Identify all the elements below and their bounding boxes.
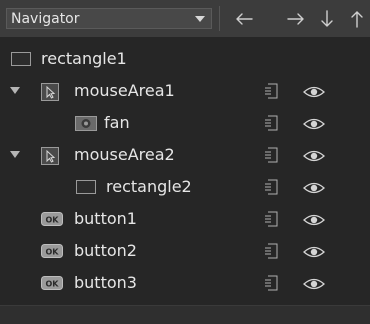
panel-bottom-edge xyxy=(0,305,370,324)
visibility-eye-icon[interactable] xyxy=(302,212,326,226)
expand-toggle-icon[interactable] xyxy=(10,151,20,158)
tree-item-rectangle1[interactable]: rectangle1 xyxy=(0,43,370,75)
view-select-dropdown[interactable]: Navigator xyxy=(6,8,212,29)
visibility-eye-icon[interactable] xyxy=(302,276,326,290)
arrow-down-icon xyxy=(321,10,333,27)
svg-text:OK: OK xyxy=(46,248,60,257)
tree-item-rectangle2[interactable]: rectangle2 xyxy=(0,171,370,203)
move-left-button[interactable] xyxy=(231,6,257,32)
dropdown-arrow-icon[interactable] xyxy=(195,16,205,22)
tree-item-label: mouseArea2 xyxy=(74,145,175,164)
move-down-button[interactable] xyxy=(314,6,340,32)
move-up-button[interactable] xyxy=(344,6,370,32)
visibility-eye-icon[interactable] xyxy=(302,84,326,98)
tree-item-label: rectangle1 xyxy=(41,49,127,68)
arrow-right-icon xyxy=(287,13,304,25)
navigator-toolbar: Navigator xyxy=(0,0,370,38)
tree-item-button2[interactable]: OK button2 xyxy=(0,235,370,267)
tree-item-button3[interactable]: OK button3 xyxy=(0,267,370,299)
expand-toggle-icon[interactable] xyxy=(10,87,20,94)
export-alias-icon[interactable] xyxy=(263,210,281,228)
rectangle-icon xyxy=(11,52,31,66)
tree-item-label: button3 xyxy=(74,273,137,292)
ok-button-icon: OK xyxy=(41,276,63,290)
image-icon xyxy=(75,116,97,131)
tree-item-label: mouseArea1 xyxy=(74,81,175,100)
rectangle-icon xyxy=(76,180,96,194)
arrow-left-icon xyxy=(236,13,253,25)
tree-item-label: fan xyxy=(104,113,130,132)
visibility-eye-icon[interactable] xyxy=(302,244,326,258)
tree-item-label: button2 xyxy=(74,241,137,260)
view-select-value: Navigator xyxy=(11,11,80,27)
tree-item-mousearea1[interactable]: mouseArea1 xyxy=(0,75,370,107)
tree-item-label: rectangle2 xyxy=(106,177,192,196)
export-alias-icon[interactable] xyxy=(263,242,281,260)
export-alias-icon[interactable] xyxy=(263,178,281,196)
move-right-button[interactable] xyxy=(283,6,309,32)
export-alias-icon[interactable] xyxy=(263,274,281,292)
navigator-tree: rectangle1 mouseArea1 fan mouseArea2 rec… xyxy=(0,37,370,305)
ok-button-icon: OK xyxy=(41,244,63,258)
visibility-eye-icon[interactable] xyxy=(302,116,326,130)
tree-item-mousearea2[interactable]: mouseArea2 xyxy=(0,139,370,171)
cursor-icon xyxy=(41,147,59,165)
svg-text:OK: OK xyxy=(46,280,60,289)
visibility-eye-icon[interactable] xyxy=(302,148,326,162)
toolbar-separator xyxy=(219,6,220,31)
cursor-icon xyxy=(41,83,59,101)
export-alias-icon[interactable] xyxy=(263,146,281,164)
arrow-up-icon xyxy=(351,11,363,28)
tree-item-label: button1 xyxy=(74,209,137,228)
export-alias-icon[interactable] xyxy=(263,82,281,100)
export-alias-icon[interactable] xyxy=(263,114,281,132)
tree-item-fan[interactable]: fan xyxy=(0,107,370,139)
svg-text:OK: OK xyxy=(46,216,60,225)
ok-button-icon: OK xyxy=(41,212,63,226)
visibility-eye-icon[interactable] xyxy=(302,180,326,194)
tree-item-button1[interactable]: OK button1 xyxy=(0,203,370,235)
